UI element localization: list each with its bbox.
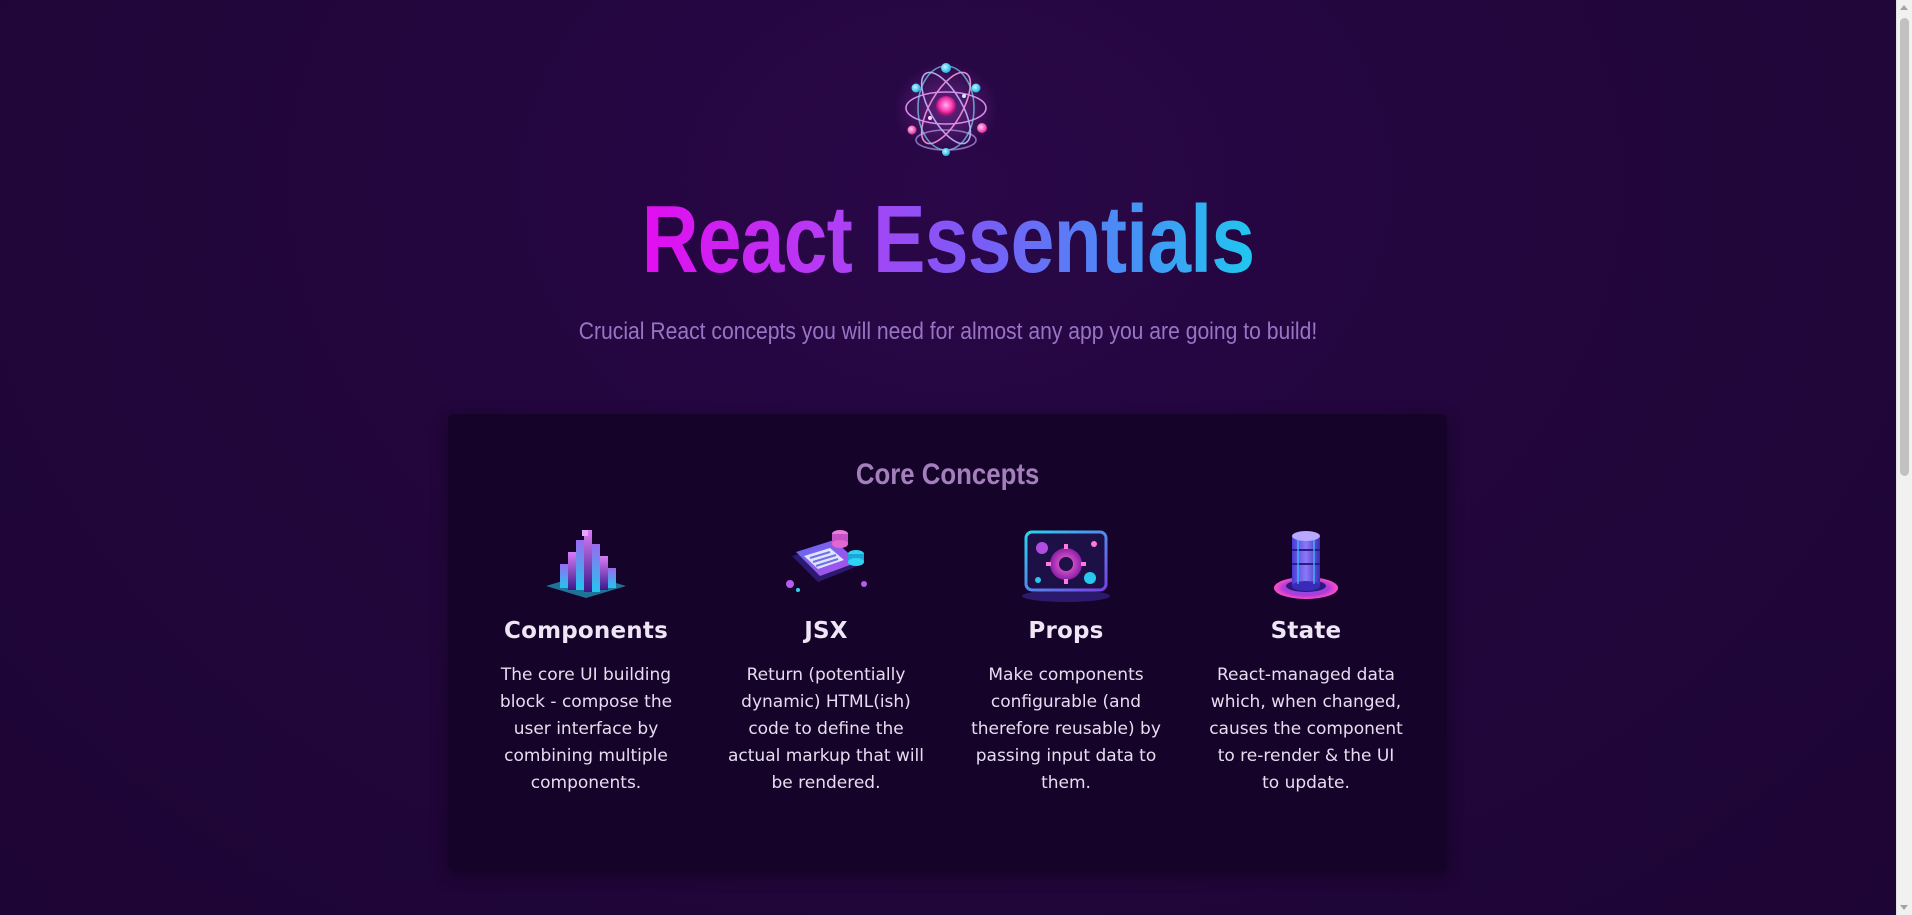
concept-title: Props: [1028, 618, 1104, 644]
scroll-down-arrow-icon[interactable]: [1900, 905, 1908, 910]
concept-description: Return (potentially dynamic) HTML(ish) c…: [728, 665, 925, 793]
concept-description: The core UI building block - compose the…: [499, 665, 673, 793]
props-config-gears-icon: [1022, 530, 1110, 602]
page-title: React Essentials: [641, 186, 1255, 293]
concept-item-props: Props Make components configurable (and …: [966, 526, 1166, 797]
core-concepts-title: Core Concepts: [855, 458, 1040, 491]
scroll-up-arrow-icon[interactable]: [1900, 5, 1908, 10]
vertical-scrollbar[interactable]: [1896, 0, 1912, 915]
concept-item-components: Components The core UI building block - …: [486, 526, 686, 797]
concept-item-state: State React-managed data which, when cha…: [1206, 526, 1406, 797]
concept-item-jsx: JSX Return (potentially dynamic) HTML(is…: [726, 526, 926, 797]
core-concepts-section: Core Concepts Components The core UI bui…: [448, 414, 1447, 872]
concept-title: State: [1270, 618, 1342, 644]
concept-title: Components: [504, 618, 668, 644]
state-database-icon: [1274, 531, 1338, 599]
concept-title: JSX: [804, 618, 848, 644]
page: React Essentials Crucial React concepts …: [0, 0, 1896, 915]
concept-description: Make components configurable (and theref…: [971, 665, 1161, 793]
page-subtitle: Crucial React concepts you will need for…: [578, 318, 1318, 345]
react-atom-logo-icon: [894, 62, 998, 156]
components-blocks-icon: [546, 530, 626, 598]
jsx-code-document-icon: [786, 530, 867, 592]
concept-description: React-managed data which, when changed, …: [1209, 665, 1403, 793]
scrollbar-thumb[interactable]: [1900, 18, 1909, 476]
